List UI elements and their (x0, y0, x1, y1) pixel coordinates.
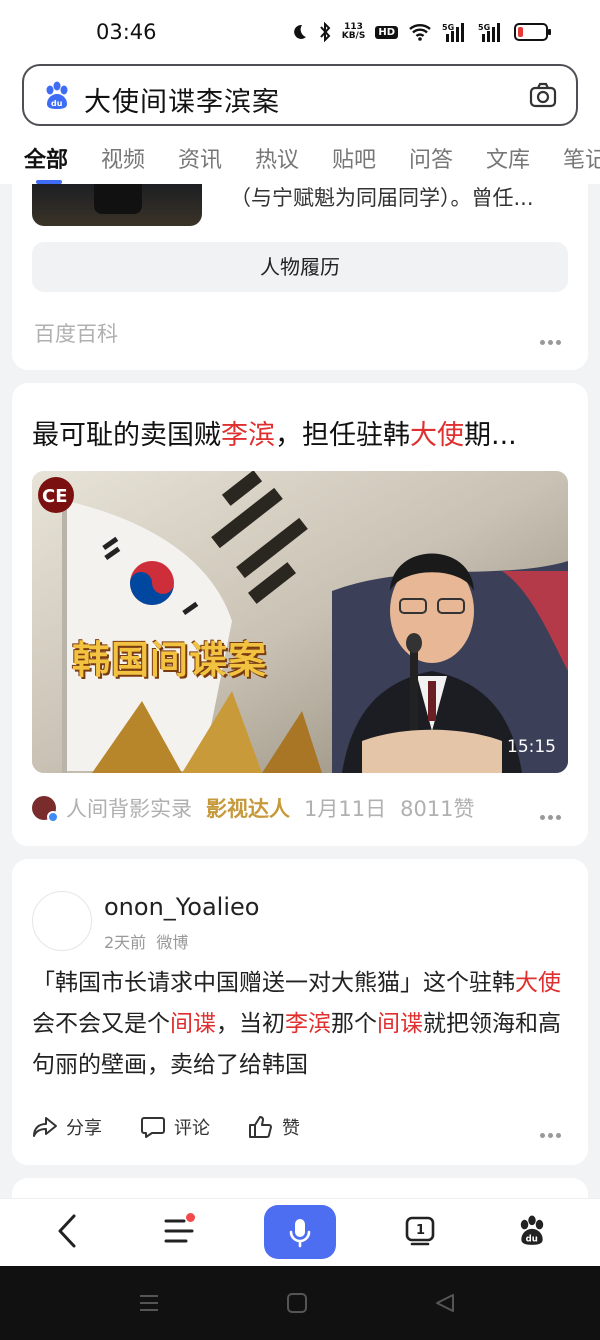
signal-5g-icon-2: 5G (478, 23, 500, 42)
status-bar: 03:46 113 KB/S HD 5G 5G (0, 0, 600, 62)
author-tag: 影视达人 (206, 797, 290, 821)
more-icon[interactable] (540, 1123, 566, 1138)
baidu-paw-icon: du (46, 81, 68, 109)
back-triangle-icon[interactable] (434, 1292, 456, 1314)
search-bar: du 大使间谍李滨案 (0, 62, 600, 130)
share-icon (33, 1117, 57, 1137)
net-speed: 113 KB/S (341, 22, 366, 41)
notification-dot (186, 1213, 195, 1222)
author-name[interactable]: 人间背影实录 (66, 793, 192, 823)
svg-text:du: du (51, 99, 63, 108)
home-icon[interactable] (286, 1292, 308, 1314)
bottom-nav: 1 du (0, 1198, 600, 1266)
camera-icon[interactable] (528, 80, 558, 110)
post-text[interactable]: 「韩国市长请求中国赠送一对大熊猫」这个驻韩大使会不会又是个间谍，当初李滨那个间谍… (32, 963, 572, 1086)
baike-thumbnail[interactable] (32, 184, 202, 226)
svg-text:CE: CE (42, 486, 68, 507)
biography-button[interactable]: 人物履历 (32, 242, 568, 292)
baidu-home-icon[interactable]: du (516, 1215, 548, 1247)
back-icon[interactable] (54, 1213, 80, 1249)
status-time: 03:46 (96, 20, 157, 44)
comment-icon (141, 1117, 165, 1138)
video-duration: 15:15 (507, 737, 556, 757)
video-thumbnail-art: CE (32, 471, 568, 773)
weibo-card[interactable]: onon_Yoalieo 2天前 微博 「韩国市长请求中国赠送一对大熊猫」这个驻… (12, 859, 588, 1165)
author-avatar[interactable] (32, 796, 59, 823)
post-meta: 2天前 微博 (104, 933, 189, 952)
svg-text:du: du (526, 1235, 538, 1245)
more-icon[interactable] (540, 330, 566, 345)
video-thumbnail[interactable]: CE 韩国间谍案 15:15 (32, 471, 568, 773)
tab-discuss[interactable]: 热议 (255, 142, 299, 174)
tabs-count-icon[interactable]: 1 (404, 1215, 436, 1247)
like-button[interactable]: 赞 (248, 1114, 300, 1140)
video-title[interactable]: 最可耻的卖国贼李滨，担任驻韩大使期... (32, 413, 568, 452)
svg-text:5G: 5G (442, 23, 454, 32)
user-avatar[interactable] (32, 891, 92, 951)
tab-video[interactable]: 视频 (101, 142, 145, 174)
system-nav-bar (0, 1266, 600, 1340)
tab-wenku[interactable]: 文库 (486, 142, 530, 174)
hd-badge: HD (375, 25, 398, 39)
tab-qa[interactable]: 问答 (409, 142, 453, 174)
video-card[interactable]: 最可耻的卖国贼李滨，担任驻韩大使期... CE 韩国间谍案 15:15 人间背影… (12, 383, 588, 846)
bluetooth-icon (319, 22, 331, 42)
svg-text:1: 1 (416, 1223, 425, 1238)
verified-icon (47, 811, 59, 823)
tab-tieba[interactable]: 贴吧 (332, 142, 376, 174)
status-icons: 113 KB/S HD 5G 5G (290, 22, 552, 42)
post-actions: 分享 评论 赞 (32, 1112, 338, 1142)
tab-notes[interactable]: 笔记 (563, 142, 600, 174)
share-button[interactable]: 分享 (32, 1114, 102, 1140)
signal-5g-icon: 5G (442, 23, 464, 42)
battery-icon (514, 23, 551, 41)
search-query: 大使间谍李滨案 (84, 87, 280, 118)
like-count: 8011赞 (400, 797, 475, 821)
microphone-icon (289, 1219, 311, 1248)
moon-icon (293, 24, 306, 39)
baike-snippet: （与宁赋魁为同届同学）。曾任... (230, 186, 534, 210)
svg-text:5G: 5G (478, 23, 490, 32)
source-label: 百度百科 (34, 322, 118, 346)
baike-card: （与宁赋魁为同届同学）。曾任... 人物履历 百度百科 (12, 184, 588, 370)
more-icon[interactable] (540, 805, 566, 820)
video-overlay-title: 韩国间谍案 (72, 638, 268, 682)
post-date: 1月11日 (304, 797, 387, 821)
tab-news[interactable]: 资讯 (178, 142, 222, 174)
search-input[interactable]: du 大使间谍李滨案 (22, 64, 578, 126)
comment-button[interactable]: 评论 (140, 1114, 210, 1140)
voice-search-button[interactable] (264, 1205, 336, 1259)
username[interactable]: onon_Yoalieo (104, 893, 259, 921)
search-tabs: 全部 视频 资讯 热议 贴吧 问答 文库 笔记 (0, 130, 600, 184)
tab-all[interactable]: 全部 (24, 142, 68, 174)
menu-icon[interactable] (164, 1219, 194, 1243)
video-meta: 人间背影实录 影视达人 1月11日 8011赞 (32, 793, 475, 823)
wifi-icon (409, 24, 431, 41)
thumbs-up-icon (249, 1116, 272, 1138)
recent-apps-icon[interactable] (138, 1292, 160, 1314)
